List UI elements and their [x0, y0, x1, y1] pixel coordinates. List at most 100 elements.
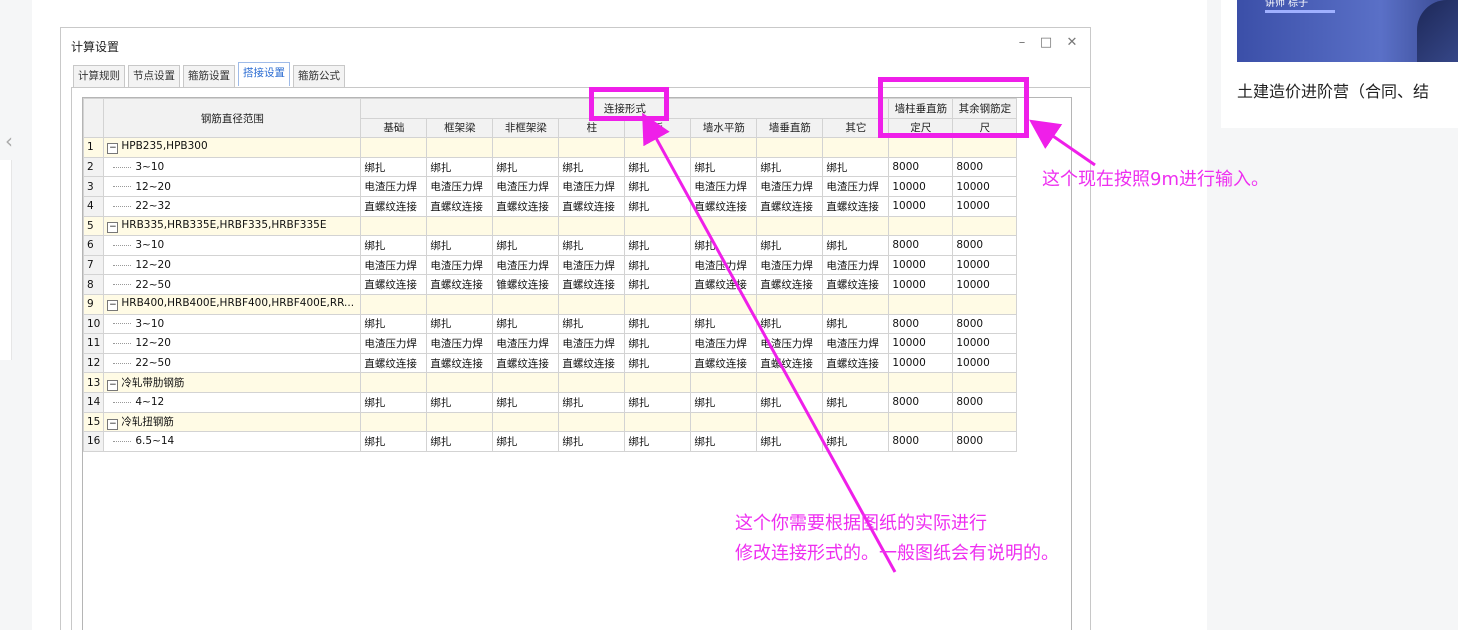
range-cell[interactable]: 4~12 [103, 391, 362, 413]
table-group-row[interactable]: 5− HRB335,HRB335E,HRBF335,HRBF335E [82, 215, 1018, 237]
connection-cell[interactable]: 直螺纹连接 [756, 195, 824, 217]
connection-cell[interactable]: 直螺纹连接 [756, 274, 824, 295]
connection-cell[interactable]: 电渣压力焊 [690, 254, 758, 276]
connection-cell[interactable] [360, 293, 428, 315]
connection-cell[interactable]: 绑扎 [492, 313, 560, 335]
table-row[interactable]: 11 12~20 电渣压力焊 电渣压力焊 电渣压力焊 电渣压力焊 绑扎 电渣压力焊 电渣压力焊电… [82, 333, 1018, 354]
connection-cell[interactable] [690, 411, 758, 433]
length-cell[interactable]: 8000 [888, 313, 954, 335]
table-row[interactable]: 10 3~10 绑扎 绑扎 绑扎 绑扎 绑扎 绑扎 绑扎 绑扎 8000 8000 [82, 313, 1018, 335]
connection-cell[interactable]: 绑扎 [426, 313, 494, 335]
connection-cell[interactable]: 绑扎 [624, 313, 692, 335]
connection-cell[interactable] [690, 137, 758, 158]
connection-cell[interactable]: 绑扎 [558, 156, 626, 178]
connection-cell[interactable]: 电渣压力焊 [690, 176, 758, 197]
connection-cell[interactable] [690, 293, 758, 315]
connection-cell[interactable] [426, 137, 494, 158]
connection-cell[interactable] [492, 137, 560, 158]
length-cell[interactable]: 8000 [952, 313, 1018, 335]
length-cell[interactable] [888, 137, 954, 158]
connection-cell[interactable]: 电渣压力焊 [492, 176, 560, 197]
connection-cell[interactable] [822, 411, 890, 433]
connection-cell[interactable]: 电渣压力焊 [822, 176, 890, 197]
table-row[interactable]: 12 22~50 直螺纹连接 直螺纹连接 直螺纹连接 直螺纹连接 绑扎 直螺纹连接 直螺纹连接直… [82, 352, 1018, 374]
connection-cell[interactable]: 绑扎 [624, 274, 692, 295]
length-cell[interactable] [888, 215, 954, 237]
connection-cell[interactable] [822, 137, 890, 158]
connection-cell[interactable]: 直螺纹连接 [360, 274, 428, 295]
connection-cell[interactable]: 绑扎 [690, 235, 758, 256]
connection-cell[interactable]: 绑扎 [492, 156, 560, 178]
table-row[interactable]: 6 3~10 绑扎 绑扎 绑扎 绑扎 绑扎 绑扎 绑扎 绑扎 8000 8000 [82, 235, 1018, 256]
table-row[interactable]: 8 22~50 直螺纹连接 直螺纹连接 锥螺纹连接 直螺纹连接 绑扎 直螺纹连接 直螺纹连接 直螺… [82, 274, 1018, 295]
length-cell[interactable]: 10000 [952, 274, 1018, 295]
chevron-left-icon[interactable]: ‹ [0, 128, 18, 154]
connection-cell[interactable]: 绑扎 [756, 156, 824, 178]
table-group-row[interactable]: 1− HPB235,HPB300 [82, 137, 1018, 158]
connection-cell[interactable]: 绑扎 [426, 156, 494, 178]
range-cell[interactable]: 12~20 [103, 176, 362, 197]
connection-cell[interactable] [426, 411, 494, 433]
connection-cell[interactable]: 绑扎 [558, 431, 626, 452]
connection-cell[interactable]: 绑扎 [624, 352, 692, 374]
connection-cell[interactable] [756, 372, 824, 393]
connection-cell[interactable]: 电渣压力焊 [558, 254, 626, 276]
connection-cell[interactable]: 电渣压力焊 [756, 333, 824, 354]
connection-cell[interactable] [690, 372, 758, 393]
range-cell[interactable]: 12~20 [103, 333, 362, 354]
connection-cell[interactable]: 电渣压力焊 [558, 176, 626, 197]
connection-cell[interactable]: 绑扎 [492, 391, 560, 413]
connection-cell[interactable]: 直螺纹连接 [822, 274, 890, 295]
connection-cell[interactable]: 电渣压力焊 [492, 333, 560, 354]
connection-cell[interactable]: 绑扎 [624, 333, 692, 354]
table-group-row[interactable]: 13− 冷轧带肋钢筋 [82, 372, 1018, 393]
connection-cell[interactable]: 绑扎 [360, 235, 428, 256]
group-label-cell[interactable]: − HPB235,HPB300 [103, 137, 362, 158]
length-cell[interactable]: 8000 [952, 156, 1018, 178]
collapse-toggle-icon[interactable]: − [107, 379, 119, 391]
connection-cell[interactable]: 绑扎 [756, 235, 824, 256]
connection-cell[interactable] [426, 372, 494, 393]
connection-cell[interactable]: 绑扎 [822, 431, 890, 452]
connection-cell[interactable]: 绑扎 [360, 431, 428, 452]
close-button[interactable]: ✕ [1063, 34, 1081, 52]
connection-cell[interactable]: 绑扎 [756, 431, 824, 452]
length-cell[interactable]: 10000 [952, 195, 1018, 217]
connection-cell[interactable] [756, 215, 824, 237]
connection-cell[interactable]: 绑扎 [624, 431, 692, 452]
connection-cell[interactable] [360, 372, 428, 393]
tab-stirrup-formula[interactable]: 箍筋公式 [293, 65, 345, 87]
length-cell[interactable]: 10000 [888, 176, 954, 197]
table-row[interactable]: 4 22~32 直螺纹连接 直螺纹连接 直螺纹连接 直螺纹连接 绑扎 直螺纹连接 直螺纹连接 直螺… [82, 195, 1018, 217]
collapse-toggle-icon[interactable]: − [107, 418, 119, 430]
connection-cell[interactable] [624, 372, 692, 393]
tab-calc-rules[interactable]: 计算规则 [73, 65, 125, 87]
connection-cell[interactable]: 绑扎 [624, 391, 692, 413]
connection-cell[interactable] [558, 411, 626, 433]
table-row[interactable]: 3 12~20 电渣压力焊 电渣压力焊 电渣压力焊 电渣压力焊 绑扎 电渣压力焊 电渣压力焊 电渣… [82, 176, 1018, 197]
connection-cell[interactable]: 直螺纹连接 [822, 352, 890, 374]
connection-cell[interactable]: 绑扎 [822, 235, 890, 256]
table-group-row[interactable]: 15− 冷轧扭钢筋 [82, 411, 1018, 433]
connection-cell[interactable]: 绑扎 [822, 156, 890, 178]
range-cell[interactable]: 22~50 [103, 352, 362, 374]
connection-cell[interactable]: 绑扎 [690, 313, 758, 335]
connection-cell[interactable]: 直螺纹连接 [426, 195, 494, 217]
length-cell[interactable]: 10000 [888, 333, 954, 354]
connection-cell[interactable]: 电渣压力焊 [492, 254, 560, 276]
length-cell[interactable]: 8000 [888, 431, 954, 452]
connection-cell[interactable]: 电渣压力焊 [756, 254, 824, 276]
connection-cell[interactable]: 直螺纹连接 [426, 274, 494, 295]
length-cell[interactable]: 8000 [952, 431, 1018, 452]
collapse-toggle-icon[interactable]: − [107, 300, 119, 312]
connection-cell[interactable] [360, 137, 428, 158]
connection-cell[interactable] [558, 137, 626, 158]
connection-cell[interactable] [360, 215, 428, 237]
connection-cell[interactable] [558, 372, 626, 393]
connection-cell[interactable] [756, 411, 824, 433]
length-cell[interactable]: 10000 [952, 352, 1018, 374]
connection-cell[interactable] [822, 372, 890, 393]
length-cell[interactable] [888, 293, 954, 315]
connection-cell[interactable]: 绑扎 [360, 313, 428, 335]
connection-cell[interactable] [822, 215, 890, 237]
